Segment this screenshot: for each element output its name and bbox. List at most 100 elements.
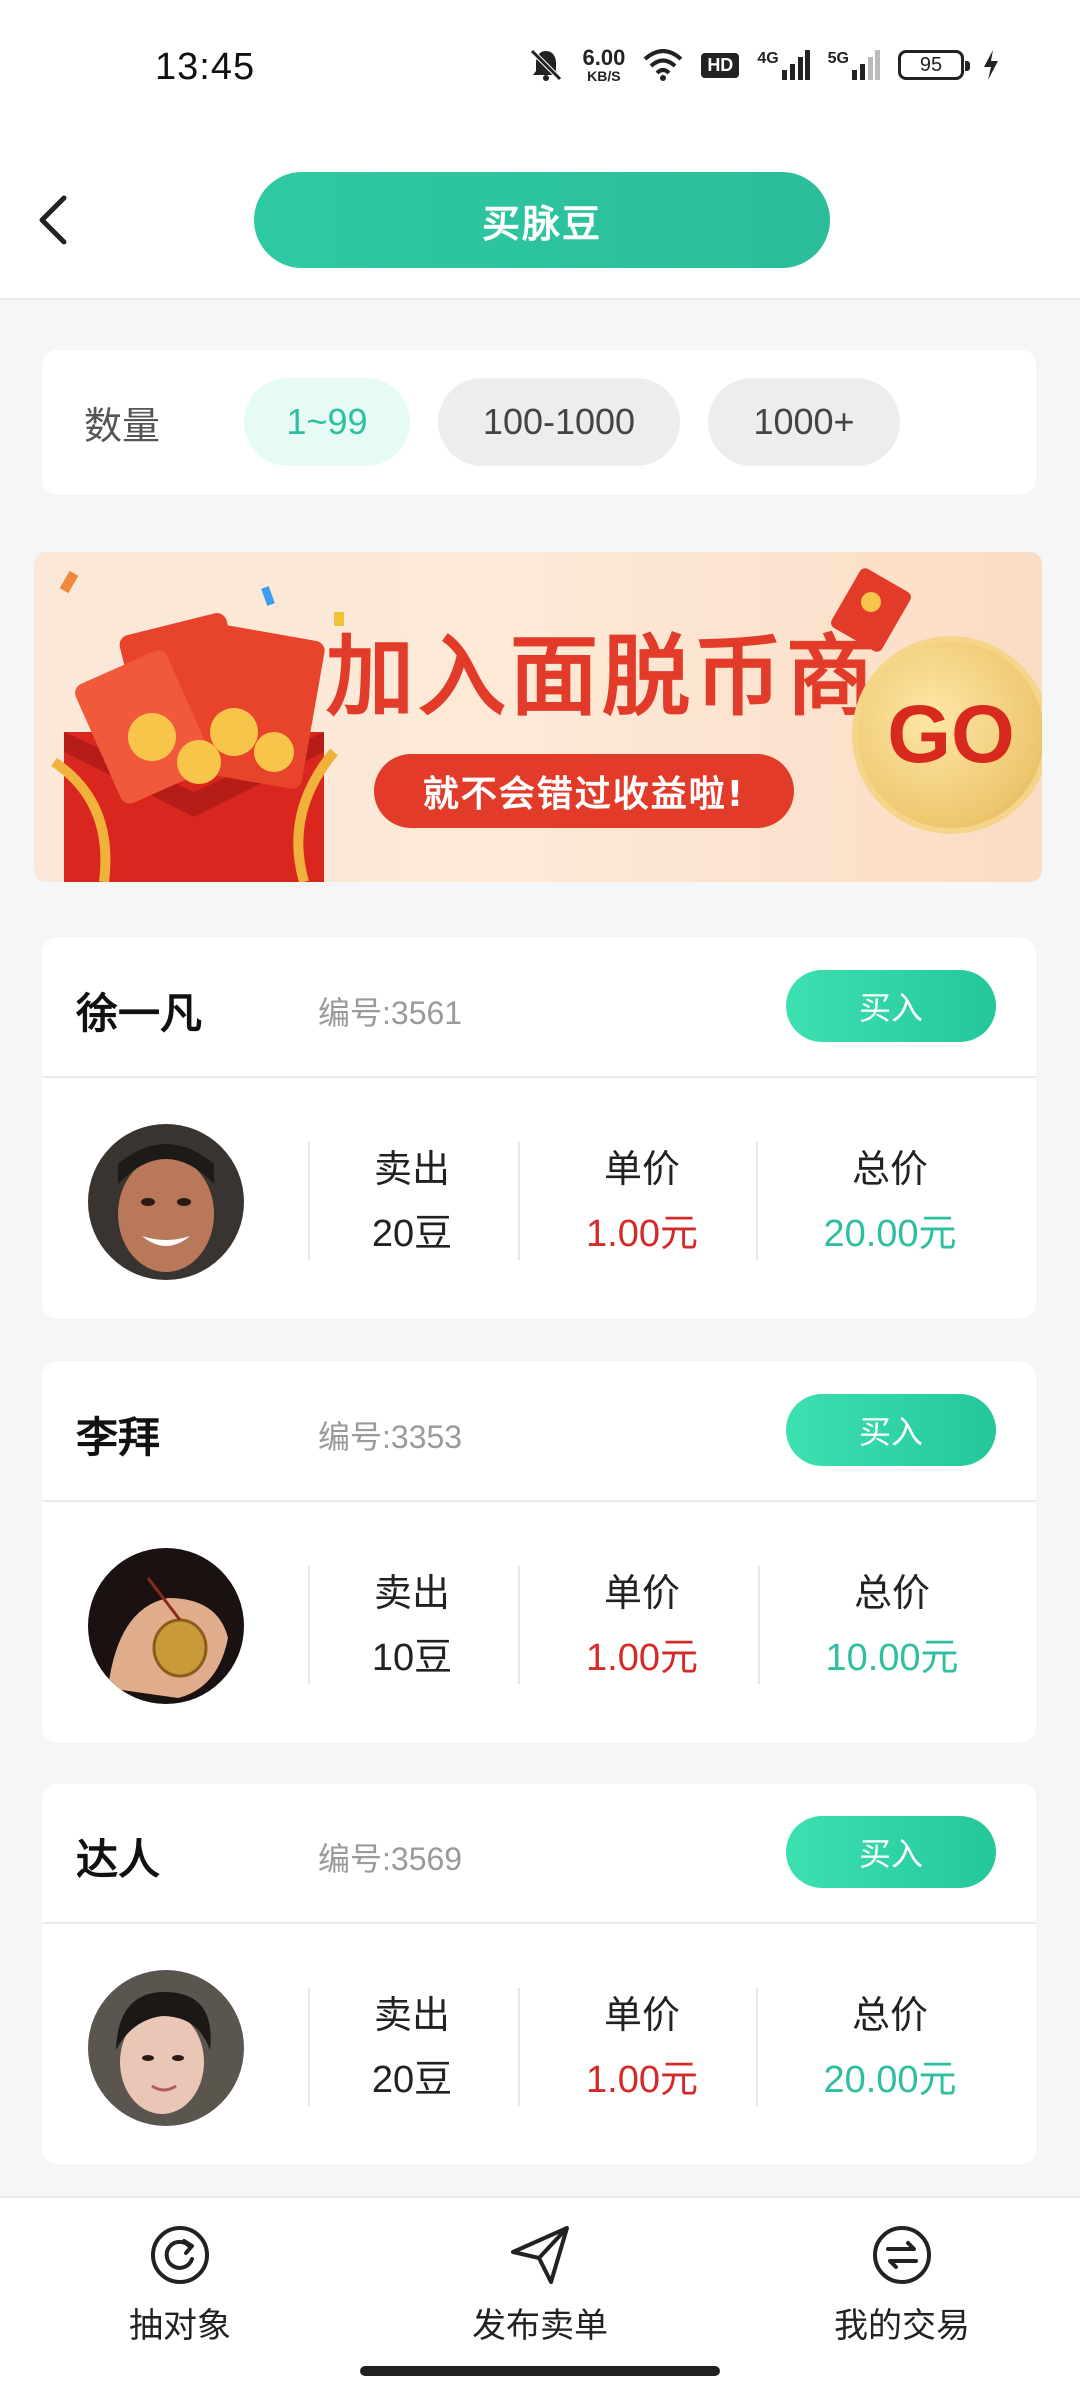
sell-label: 卖出 bbox=[373, 1147, 450, 1191]
avatar[interactable] bbox=[88, 1970, 244, 2126]
sell-label: 卖出 bbox=[373, 1993, 450, 2037]
seller-card-header: 徐一凡 编号:3561 买入 bbox=[42, 938, 1036, 1078]
divider bbox=[308, 1988, 310, 2106]
total-price: 总价 20.00元 bbox=[780, 1984, 1000, 2103]
battery-indicator: 95 bbox=[898, 50, 970, 80]
charging-bolt-icon bbox=[984, 50, 998, 80]
seller-card-body: 卖出 20豆 单价 1.00元 总价 20.00元 bbox=[42, 1078, 1036, 1318]
seller-card: 徐一凡 编号:3561 买入 卖出 20豆 单价 1.00元 总价 20.00元 bbox=[42, 938, 1036, 1318]
banner-headline: 加入面脱币商 bbox=[326, 625, 879, 728]
seller-name: 李拜 bbox=[76, 1413, 161, 1462]
filter-chip-1000-plus[interactable]: 1000+ bbox=[708, 378, 900, 466]
price-label: 单价 bbox=[603, 1993, 680, 2037]
divider bbox=[308, 1566, 310, 1684]
chevron-left-icon bbox=[39, 195, 67, 245]
status-time: 13:45 bbox=[155, 46, 256, 88]
filter-label: 数量 bbox=[84, 403, 161, 448]
buy-button[interactable]: 买入 bbox=[786, 970, 996, 1042]
seller-card-body: 卖出 20豆 单价 1.00元 总价 20.00元 bbox=[42, 1924, 1036, 2164]
seller-card-header: 李拜 编号:3353 买入 bbox=[42, 1362, 1036, 1502]
banner-subtitle: 就不会错过收益啦! bbox=[374, 754, 794, 828]
seller-card-body: 卖出 10豆 单价 1.00元 总价 10.00元 bbox=[42, 1502, 1036, 1742]
buy-button[interactable]: 买入 bbox=[786, 1394, 996, 1466]
status-bar: 13:45 6.00 KB/S HD 4G 5G 95 bbox=[0, 0, 1080, 140]
wifi-icon bbox=[643, 49, 683, 81]
sell-value: 20豆 bbox=[371, 1213, 453, 1255]
quantity-filter: 数量 1~99 100-1000 1000+ bbox=[42, 350, 1036, 494]
filter-chip-1-99[interactable]: 1~99 bbox=[244, 378, 410, 466]
price-label: 单价 bbox=[603, 1571, 680, 1615]
total-label: 总价 bbox=[851, 1147, 928, 1191]
sell-amount: 卖出 20豆 bbox=[342, 1984, 482, 2103]
signal-5g: 5G bbox=[828, 50, 880, 80]
total-label: 总价 bbox=[851, 1993, 928, 2037]
total-price: 总价 20.00元 bbox=[780, 1138, 1000, 1257]
small-envelope-icon bbox=[831, 568, 911, 652]
unit-price: 单价 1.00元 bbox=[552, 1562, 732, 1681]
unit-price: 单价 1.00元 bbox=[552, 1138, 732, 1257]
divider bbox=[756, 1142, 758, 1260]
signal-4g: 4G bbox=[757, 50, 810, 80]
seller-card: 达人 编号:3569 买入 卖出 20豆 单价 1.00元 总价 20.00元 bbox=[42, 1784, 1036, 2164]
nav-label: 抽对象 bbox=[129, 2306, 231, 2346]
paper-plane-icon bbox=[511, 2226, 569, 2284]
buy-button[interactable]: 买入 bbox=[786, 1816, 996, 1888]
sell-amount: 卖出 10豆 bbox=[342, 1562, 482, 1681]
signal-bars-icon bbox=[781, 50, 810, 80]
mute-bell-icon bbox=[530, 49, 563, 81]
total-value: 20.00元 bbox=[823, 2059, 957, 2101]
price-value: 1.00元 bbox=[586, 1637, 698, 1679]
divider bbox=[518, 1988, 520, 2106]
refresh-circle-icon bbox=[151, 2226, 209, 2284]
speed-unit: KB/S bbox=[587, 68, 621, 84]
filter-chip-100-1000[interactable]: 100-1000 bbox=[438, 378, 680, 466]
seller-card: 李拜 编号:3353 买入 卖出 10豆 单价 1.00元 总价 10.00元 bbox=[42, 1362, 1036, 1742]
nav-label: 我的交易 bbox=[834, 2306, 970, 2346]
avatar-hand-pendant bbox=[88, 1548, 244, 1704]
avatar[interactable] bbox=[88, 1124, 244, 1280]
red-envelope-gift-icon bbox=[51, 570, 344, 882]
total-value: 10.00元 bbox=[825, 1637, 959, 1679]
exchange-arrows-icon bbox=[873, 2226, 931, 2284]
hd-badge: HD bbox=[701, 52, 740, 78]
page-header: 买脉豆 bbox=[0, 140, 1080, 300]
nav-label: 发布卖单 bbox=[472, 2306, 608, 2346]
signal-5g-label: 5G bbox=[827, 50, 849, 67]
page-title: 买脉豆 bbox=[254, 172, 830, 268]
back-button[interactable] bbox=[30, 190, 80, 250]
seller-id: 编号:3353 bbox=[318, 1419, 463, 1455]
seller-id: 编号:3561 bbox=[318, 995, 463, 1031]
sell-amount: 卖出 20豆 bbox=[342, 1138, 482, 1257]
seller-name: 徐一凡 bbox=[76, 989, 203, 1038]
sell-value: 10豆 bbox=[371, 1637, 453, 1679]
network-speed: 6.00 KB/S bbox=[582, 45, 626, 84]
seller-name: 达人 bbox=[76, 1835, 161, 1884]
promo-banner[interactable]: 加入面脱币商 就不会错过收益啦! GO bbox=[34, 552, 1042, 882]
divider bbox=[308, 1142, 310, 1260]
go-coin-button[interactable]: GO bbox=[852, 636, 1042, 834]
avatar-young-man-portrait bbox=[88, 1970, 244, 2126]
nav-item-my-trades[interactable]: 我的交易 bbox=[792, 2220, 1012, 2347]
nav-item-publish-sell[interactable]: 发布卖单 bbox=[430, 2220, 650, 2347]
status-icons: 6.00 KB/S HD 4G 5G 95 bbox=[528, 40, 1000, 90]
price-value: 1.00元 bbox=[586, 1213, 698, 1255]
divider bbox=[518, 1566, 520, 1684]
home-indicator[interactable] bbox=[360, 2366, 720, 2376]
total-value: 20.00元 bbox=[823, 1213, 957, 1255]
price-value: 1.00元 bbox=[586, 2059, 698, 2101]
signal-bars-icon bbox=[852, 50, 880, 80]
divider bbox=[756, 1988, 758, 2106]
total-label: 总价 bbox=[853, 1571, 930, 1615]
sell-value: 20豆 bbox=[371, 2059, 453, 2101]
divider bbox=[518, 1142, 520, 1260]
unit-price: 单价 1.00元 bbox=[552, 1984, 732, 2103]
avatar[interactable] bbox=[88, 1548, 244, 1704]
signal-4g-label: 4G bbox=[757, 50, 779, 67]
total-price: 总价 10.00元 bbox=[782, 1562, 1002, 1681]
price-label: 单价 bbox=[603, 1147, 680, 1191]
seller-card-header: 达人 编号:3569 买入 bbox=[42, 1784, 1036, 1924]
nav-item-draw-match[interactable]: 抽对象 bbox=[70, 2220, 290, 2347]
divider bbox=[758, 1566, 760, 1684]
speed-value: 6.00 bbox=[582, 45, 626, 70]
seller-id: 编号:3569 bbox=[318, 1841, 463, 1877]
